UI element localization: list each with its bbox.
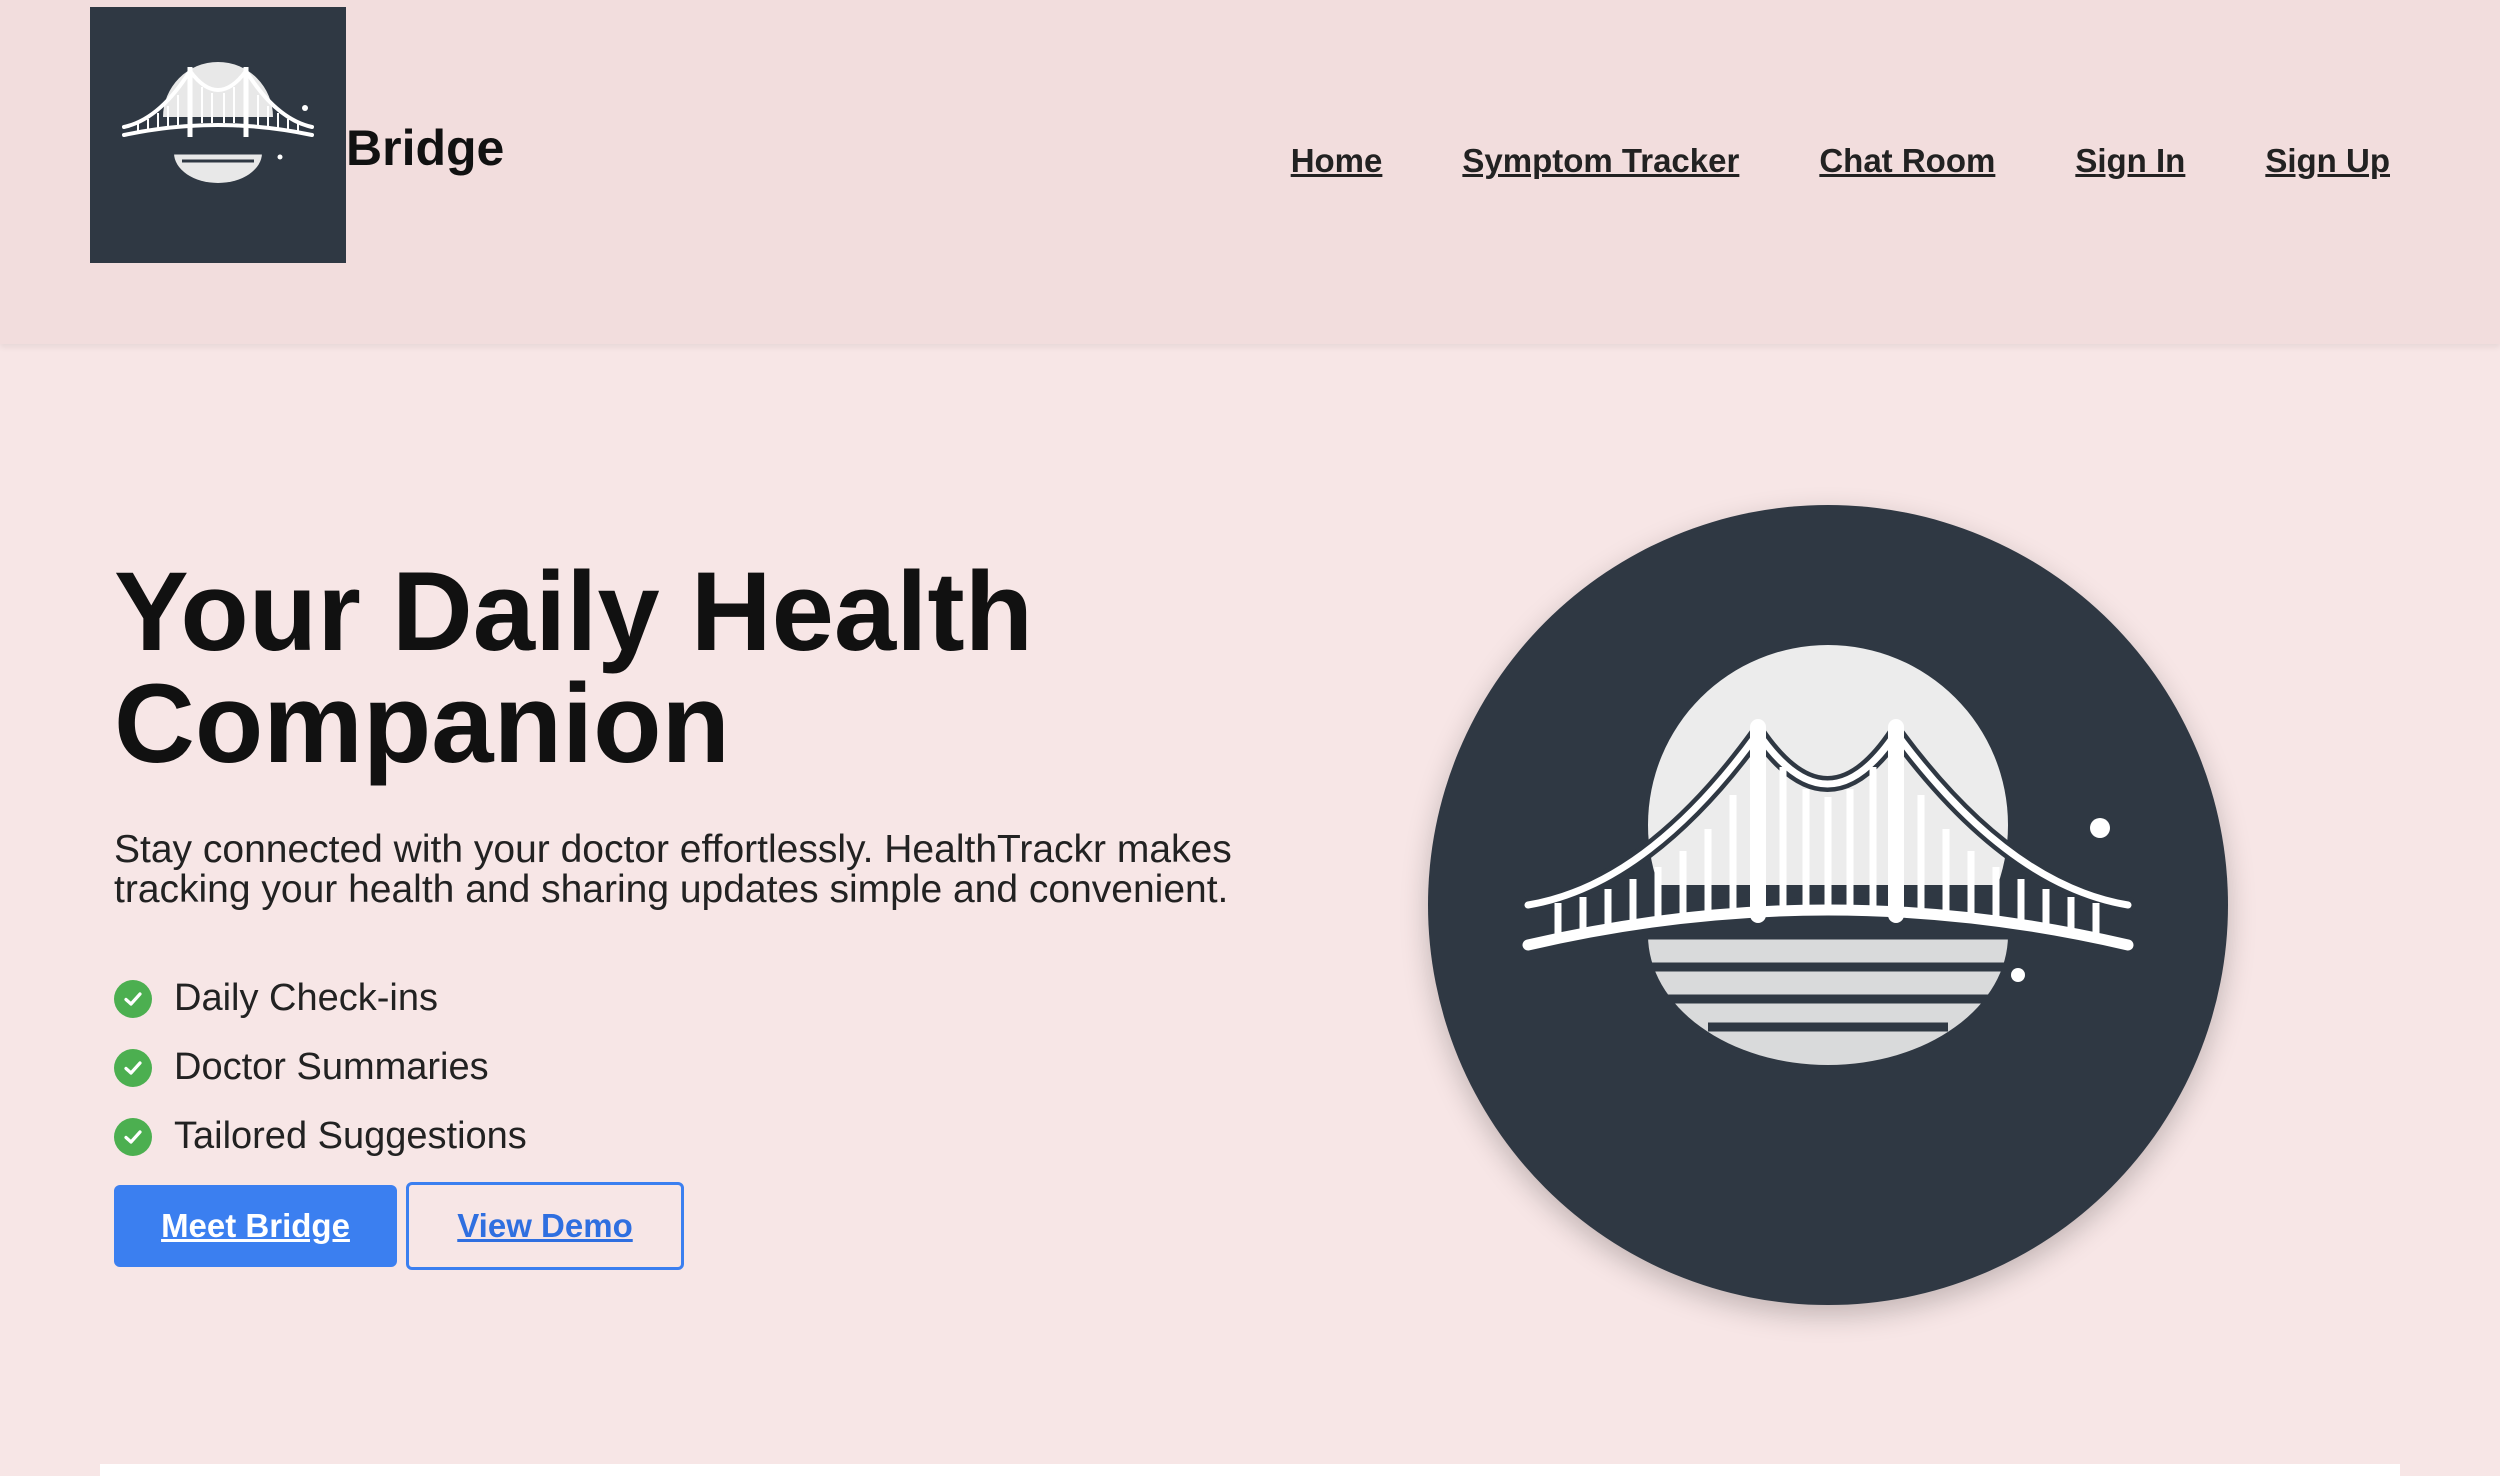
feature-list: Daily Check-ins Doctor Summaries Tailore… xyxy=(114,964,527,1171)
hero-title: Your Daily Health Companion xyxy=(114,556,1314,780)
feature-item: Tailored Suggestions xyxy=(114,1102,527,1171)
brand-logo[interactable] xyxy=(90,7,346,263)
nav-link-chat-room[interactable]: Chat Room xyxy=(1819,142,1995,180)
check-circle-icon xyxy=(114,979,152,1018)
view-demo-button[interactable]: View Demo xyxy=(406,1182,684,1270)
next-section-edge xyxy=(100,1464,2400,1476)
nav-link-home[interactable]: Home xyxy=(1291,142,1383,180)
hero-description: Stay connected with your doctor effortle… xyxy=(114,828,1232,911)
brand-name[interactable]: Bridge xyxy=(346,120,504,176)
bridge-illustration-icon xyxy=(1520,645,2136,1085)
meet-bridge-button[interactable]: Meet Bridge xyxy=(114,1185,397,1267)
hero-illustration xyxy=(1428,505,2228,1305)
hero-title-line-1: Your Daily Health xyxy=(114,549,1034,674)
nav-link-sign-in[interactable]: Sign In xyxy=(2075,142,2185,180)
nav-link-sign-up[interactable]: Sign Up xyxy=(2265,142,2390,180)
hero-title-line-2: Companion xyxy=(114,661,730,786)
check-circle-icon xyxy=(114,1048,152,1087)
feature-label: Daily Check-ins xyxy=(174,977,438,1019)
check-circle-icon xyxy=(114,1117,152,1156)
feature-item: Doctor Summaries xyxy=(114,1033,527,1102)
nav-link-symptom-tracker[interactable]: Symptom Tracker xyxy=(1462,142,1739,180)
nav-links: Home Symptom Tracker Chat Room Sign In S… xyxy=(1291,142,2390,180)
feature-item: Daily Check-ins xyxy=(114,964,527,1033)
navbar: Bridge Home Symptom Tracker Chat Room Si… xyxy=(0,0,2500,344)
feature-label: Tailored Suggestions xyxy=(174,1115,527,1157)
bridge-logo-icon xyxy=(122,62,314,183)
feature-label: Doctor Summaries xyxy=(174,1046,489,1088)
